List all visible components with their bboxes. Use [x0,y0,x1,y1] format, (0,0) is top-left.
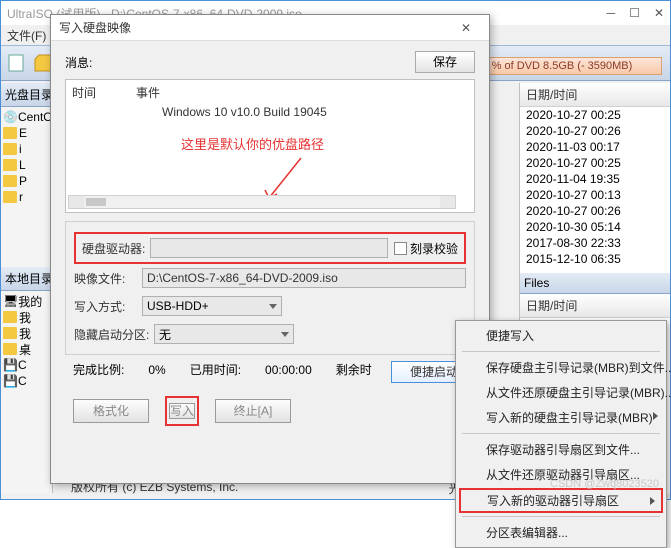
event-row: Windows 10 v10.0 Build 19045 [72,105,468,119]
list-item[interactable]: 2020-10-27 00:13 [520,187,670,203]
write-highlight: 写入 [165,396,199,426]
date-column-header-2[interactable]: 日期/时间 [520,294,670,318]
method-label: 写入方式: [74,298,142,315]
menu-write-boot-sector[interactable]: 写入新的驱动器引导扇区 [459,488,663,513]
progress-label: 完成比例: [73,361,124,378]
abort-button[interactable]: 终止[A] [215,399,291,423]
event-column: 事件 [136,84,160,101]
drive-select[interactable] [150,238,388,258]
files-header: Files [520,273,670,294]
button-row: 格式化 写入 终止[A] [65,384,475,438]
drive-highlight: 硬盘驱动器: 刻录校验 [74,232,466,264]
left-panel: 光盘目录 💿CentO E i L P r 本地目录 🖥我的 我 我 桌 💾C … [1,83,53,493]
menu-save-mbr[interactable]: 保存硬盘主引导记录(MBR)到文件... [458,355,664,380]
local-dir-header: 本地目录 [1,267,52,291]
folder-icon [3,311,17,323]
write-disk-dialog: 写入硬盘映像 ✕ 消息: 保存 时间 事件 Windows 10 v10.0 B… [50,14,490,484]
folder-icon [3,343,17,355]
menu-partition-editor[interactable]: 分区表编辑器... [458,520,664,545]
message-label: 消息: [65,54,113,71]
scroll-left-icon[interactable] [69,196,84,208]
maximize-icon[interactable]: ☐ [629,6,640,20]
minimize-icon[interactable]: ─ [607,6,616,20]
verify-label: 刻录校验 [410,240,458,257]
capacity-bar: % of DVD 8.5GB (- 3590MB) [462,57,662,75]
hidden-boot-label: 隐藏启动分区: [74,326,154,343]
drive-label: 硬盘驱动器: [82,240,150,257]
folder-icon [3,127,17,139]
menu-save-boot-sector[interactable]: 保存驱动器引导扇区到文件... [458,437,664,462]
annotation-text: 这里是默认你的优盘路径 [181,134,324,153]
date-list: 2020-10-27 00:25 2020-10-27 00:26 2020-1… [520,107,670,267]
date-column-header[interactable]: 日期/时间 [520,83,670,107]
close-icon[interactable]: ✕ [654,6,664,20]
image-label: 映像文件: [74,270,142,287]
dialog-close-icon[interactable]: ✕ [451,21,481,35]
folder-icon [3,143,17,155]
list-item[interactable]: 2015-12-10 06:35 [520,251,670,267]
menu-separator [462,351,660,352]
drive-fieldset: 硬盘驱动器: 刻录校验 映像文件: D:\CentOS-7-x86_64-DVD… [65,221,475,355]
folder-icon [3,175,17,187]
chevron-down-icon [281,332,289,337]
elapsed-value: 00:00:00 [265,363,312,377]
list-item[interactable]: 2020-10-30 05:14 [520,219,670,235]
format-button[interactable]: 格式化 [73,399,149,423]
computer-icon: 🖥 [3,294,18,308]
image-path-input[interactable]: D:\CentOS-7-x86_64-DVD-2009.iso [142,268,466,288]
menu-restore-mbr[interactable]: 从文件还原硬盘主引导记录(MBR)... [458,380,664,405]
list-item[interactable]: 2020-10-27 00:26 [520,123,670,139]
folder-icon [3,327,17,339]
folder-icon [3,191,17,203]
menu-quick-write[interactable]: 便捷写入 [458,323,664,348]
event-log: 时间 事件 Windows 10 v10.0 Build 19045 这里是默认… [65,79,475,213]
drive-icon: 💾 [3,358,18,372]
menu-separator [462,516,660,517]
scroll-right-icon[interactable] [440,196,455,208]
new-icon[interactable] [5,51,29,75]
elapsed-label: 已用时间: [190,361,241,378]
remain-label: 剩余时 [336,361,372,378]
list-item[interactable]: 2020-11-03 00:17 [520,139,670,155]
list-item[interactable]: 2017-08-30 22:33 [520,235,670,251]
disc-icon: 💿 [3,110,18,124]
menu-separator [462,433,660,434]
scroll-thumb[interactable] [86,198,106,206]
hidden-boot-select[interactable]: 无 [154,324,294,344]
save-button[interactable]: 保存 [415,51,475,73]
list-item[interactable]: 2020-10-27 00:26 [520,203,670,219]
write-button[interactable]: 写入 [169,403,195,419]
list-item[interactable]: 2020-10-27 00:25 [520,107,670,123]
chevron-down-icon [269,304,277,309]
menu-write-mbr[interactable]: 写入新的硬盘主引导记录(MBR) [458,405,664,430]
dialog-title: 写入硬盘映像 [59,19,451,36]
list-item[interactable]: 2020-11-04 19:35 [520,171,670,187]
folder-icon [3,159,17,171]
disc-dir-header: 光盘目录 [1,83,52,107]
verify-checkbox[interactable] [394,242,407,255]
dialog-titlebar[interactable]: 写入硬盘映像 ✕ [51,15,489,41]
time-column: 时间 [72,84,96,101]
boot-context-menu: 便捷写入 保存硬盘主引导记录(MBR)到文件... 从文件还原硬盘主引导记录(M… [455,320,667,548]
progress-value: 0% [148,363,165,377]
disc-tree[interactable]: 💿CentO E i L P r [1,107,52,207]
horizontal-scrollbar[interactable] [68,195,456,209]
local-tree[interactable]: 🖥我的 我 我 桌 💾C 💾C [1,291,52,391]
list-item[interactable]: 2020-10-27 00:25 [520,155,670,171]
drive-icon: 💾 [3,374,18,388]
watermark: CSDN @Zwq8023520 [550,478,659,490]
write-method-select[interactable]: USB-HDD+ [142,296,282,316]
